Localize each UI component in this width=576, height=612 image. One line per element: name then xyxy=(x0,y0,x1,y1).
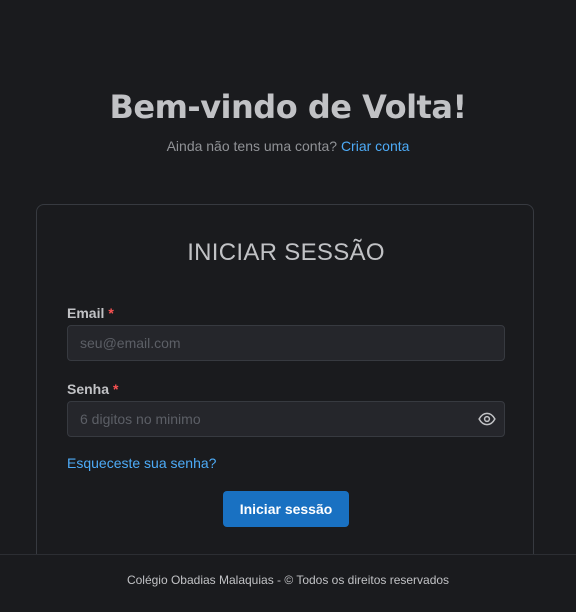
forgot-password-link[interactable]: Esqueceste sua senha? xyxy=(67,455,216,471)
signup-prompt-line: Ainda não tens uma conta? Criar conta xyxy=(0,138,576,154)
login-button[interactable]: Iniciar sessão xyxy=(223,491,349,527)
signup-prompt-text: Ainda não tens uma conta? xyxy=(166,138,338,154)
login-page: Bem-vindo de Volta! Ainda não tens uma c… xyxy=(0,0,576,612)
email-label-text: Email xyxy=(67,305,105,321)
footer: Colégio Obadias Malaquias - © Todos os d… xyxy=(0,554,576,612)
footer-copyright: Colégio Obadias Malaquias - © Todos os d… xyxy=(126,573,450,587)
password-label-text: Senha xyxy=(67,381,110,397)
email-label: Email * xyxy=(67,305,114,321)
email-required-marker: * xyxy=(108,305,114,321)
password-label: Senha * xyxy=(67,381,118,397)
eye-icon xyxy=(478,412,496,426)
page-title: Bem-vindo de Volta! xyxy=(109,88,467,126)
password-required-marker: * xyxy=(113,381,119,397)
login-card: INICIAR SESSÃO Email* Senha* Esqueceste … xyxy=(36,204,534,584)
create-account-link[interactable]: Criar conta xyxy=(341,138,409,154)
email-field[interactable] xyxy=(67,325,505,361)
login-card-title: INICIAR SESSÃO xyxy=(187,239,385,266)
password-field[interactable] xyxy=(67,401,505,437)
show-password-toggle[interactable] xyxy=(475,407,499,431)
